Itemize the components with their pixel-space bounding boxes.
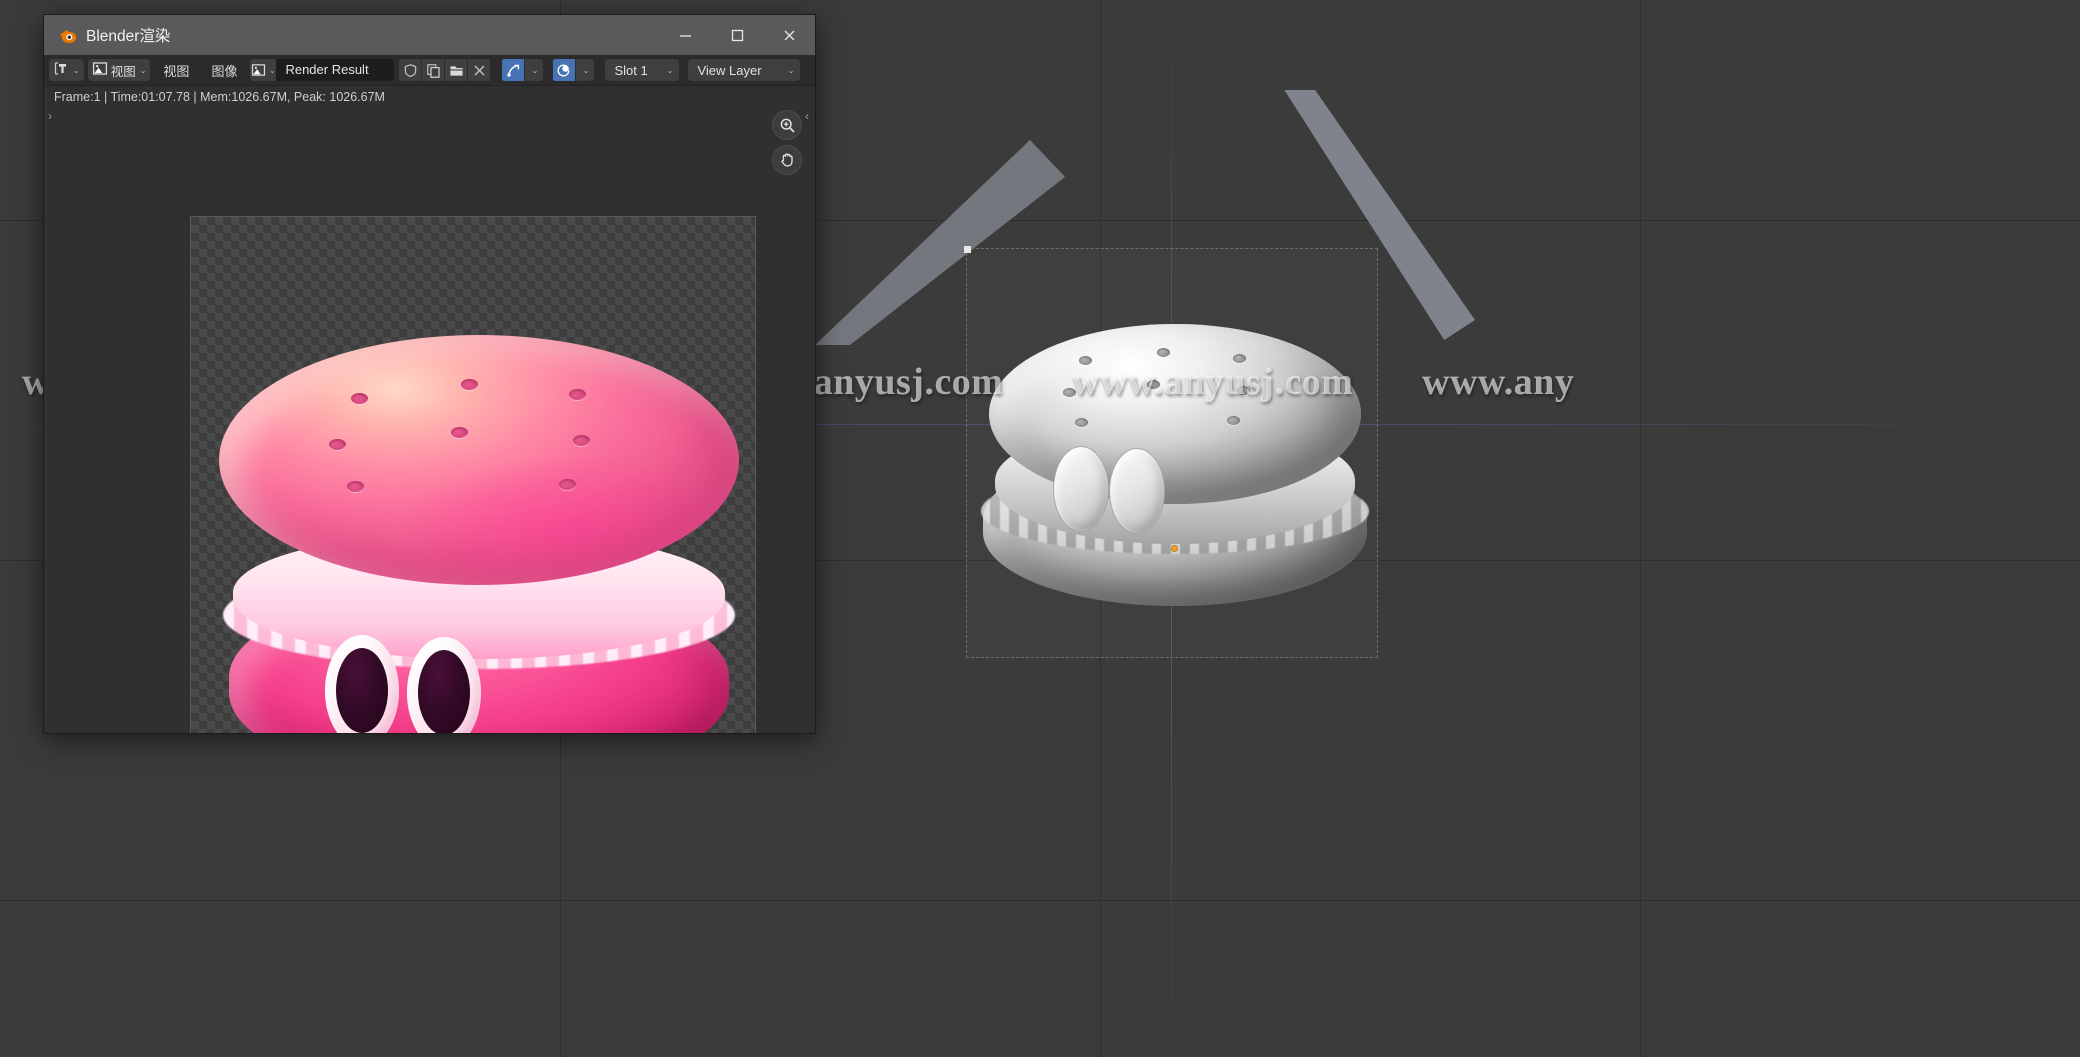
zoom-in-button[interactable] — [772, 110, 802, 140]
menu-image[interactable]: 图像 — [202, 59, 246, 81]
image-datablock-selector[interactable]: ⌄ Render Result — [250, 59, 395, 81]
editor-type-button[interactable]: ⌄ — [49, 59, 84, 81]
pan-button[interactable] — [772, 145, 802, 175]
macaron-dot — [329, 439, 346, 450]
macaron-top-shell — [219, 335, 739, 585]
render-pass-icon[interactable] — [501, 59, 525, 81]
macaron-dot — [559, 479, 576, 490]
image-editor-icon — [92, 61, 108, 79]
new-image-button[interactable] — [421, 59, 445, 81]
alpha-checkerboard[interactable] — [190, 216, 756, 733]
view-layer-value: View Layer — [697, 62, 762, 78]
grid-line — [1640, 0, 1641, 1057]
macaron-dot — [569, 389, 586, 400]
chevron-down-icon: ⌄ — [787, 65, 795, 75]
render-slot-select[interactable]: Slot 1 ⌄ — [605, 59, 680, 81]
chevron-down-icon: ⌄ — [582, 65, 590, 75]
macaron-dot — [351, 393, 368, 404]
grey-macaron-model[interactable] — [975, 318, 1375, 628]
render-pass-selector[interactable]: ⌄ — [501, 59, 544, 81]
window-title-bar[interactable]: Blender渲染 — [44, 15, 815, 55]
model-dot — [1147, 380, 1160, 389]
close-button[interactable] — [763, 15, 815, 55]
model-dot — [1237, 386, 1250, 395]
chevron-down-icon: ⌄ — [269, 65, 276, 75]
render-pass-dropdown[interactable]: ⌄ — [524, 59, 544, 81]
color-management-dropdown[interactable]: ⌄ — [575, 59, 595, 81]
maximize-button[interactable] — [711, 15, 763, 55]
minimize-button[interactable] — [659, 15, 711, 55]
blender-render-window[interactable]: Blender渲染 ⌄ 视图 ⌄ 视图 图像 ⌄ Render Result ⌄… — [43, 14, 816, 734]
model-dot — [1233, 354, 1246, 363]
macaron-dot — [461, 379, 478, 390]
fake-user-button[interactable] — [398, 59, 422, 81]
model-dot — [1157, 348, 1170, 357]
chevron-down-icon: ⌄ — [73, 65, 80, 75]
window-title: Blender渲染 — [86, 28, 171, 45]
macaron-dot — [347, 481, 364, 492]
blender-logo-icon — [58, 26, 77, 45]
datablock-action-buttons — [398, 59, 491, 81]
chevron-down-icon: ⌄ — [666, 65, 674, 75]
sidebar-toggle-right[interactable]: ‹ — [801, 109, 813, 123]
image-editor-toolbar[interactable]: ⌄ 视图 ⌄ 视图 图像 ⌄ Render Result ⌄ ⌄ Slot 1 … — [44, 55, 815, 86]
menu-view[interactable]: 视图 — [154, 59, 198, 81]
model-eye — [1109, 448, 1165, 534]
render-slot-value: Slot 1 — [614, 62, 648, 78]
macaron-dot — [573, 435, 590, 446]
color-management-icon[interactable] — [552, 59, 576, 81]
chevron-down-icon: ⌄ — [139, 65, 147, 75]
model-dot — [1227, 416, 1240, 425]
object-origin-point[interactable] — [1171, 545, 1178, 552]
datablock-name-field[interactable]: Render Result — [276, 59, 395, 81]
open-image-button[interactable] — [444, 59, 468, 81]
zoom-in-icon — [780, 118, 795, 133]
image-datablock-icon[interactable]: ⌄ — [250, 59, 277, 81]
display-mode-label: 视图 — [110, 64, 136, 79]
macaron-pupil — [336, 648, 388, 733]
model-eye — [1053, 446, 1109, 532]
sidebar-toggle-left[interactable]: › — [44, 109, 56, 123]
editor-type-icon — [53, 61, 69, 79]
pink-macaron-character — [211, 335, 751, 733]
view-layer-select[interactable]: View Layer ⌄ — [688, 59, 801, 81]
window-controls — [659, 15, 815, 55]
macaron-dot — [451, 427, 468, 438]
chevron-down-icon: ⌄ — [531, 65, 539, 75]
unlink-datablock-button[interactable] — [467, 59, 491, 81]
watermark: www.any — [1422, 361, 1575, 403]
render-info-bar: Frame:1 | Time:01:07.78 | Mem:1026.67M, … — [44, 86, 815, 108]
render-canvas-area[interactable]: › ‹ — [44, 108, 815, 733]
model-dot — [1063, 388, 1076, 397]
display-mode-button[interactable]: 视图 ⌄ — [87, 59, 151, 81]
grid-line — [0, 900, 2080, 901]
model-dot — [1075, 418, 1088, 427]
bbox-corner-handle[interactable] — [964, 246, 971, 253]
color-management-selector[interactable]: ⌄ — [552, 59, 595, 81]
model-top-shell — [989, 324, 1361, 504]
model-dot — [1079, 356, 1092, 365]
hand-pan-icon — [781, 153, 793, 167]
macaron-pupil — [418, 650, 470, 733]
